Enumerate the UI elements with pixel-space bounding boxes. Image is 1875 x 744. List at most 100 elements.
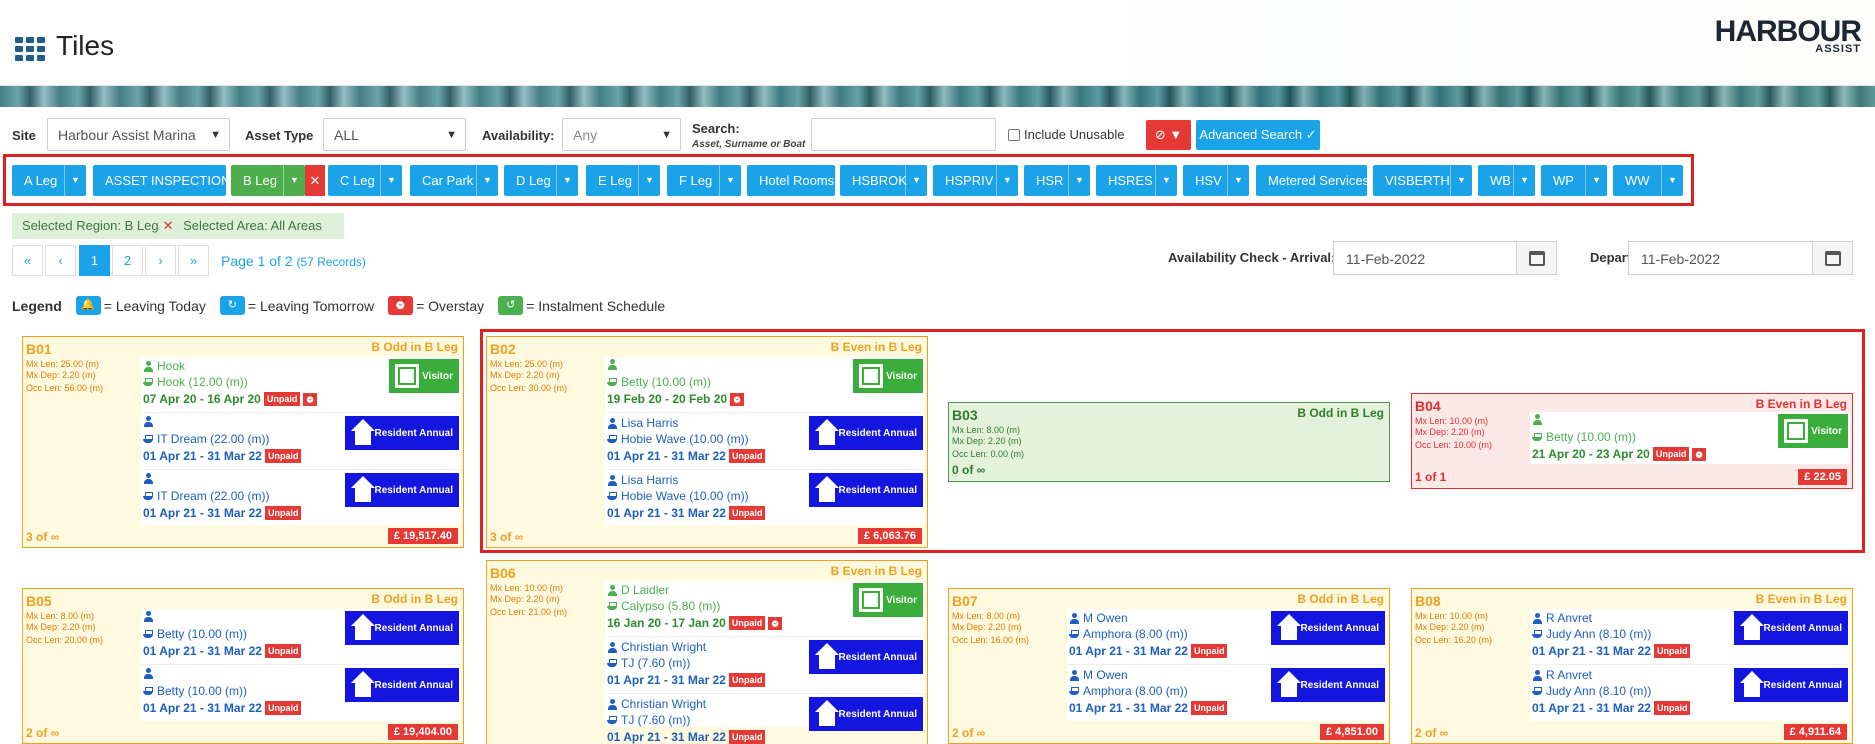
page-1-button[interactable]: 1: [79, 245, 110, 276]
boat-name[interactable]: IT Dream (22.00 (m)): [157, 489, 269, 503]
unpaid-badge[interactable]: Unpaid: [728, 730, 766, 744]
booking-row[interactable]: M Owen Amphora (8.00 (m)) 01 Apr 21 - 31 M…: [1067, 666, 1387, 722]
resident-annual-badge[interactable]: Resident Annual: [1271, 611, 1385, 645]
customer-name[interactable]: D Laidler: [621, 583, 669, 597]
unpaid-badge[interactable]: Unpaid: [264, 644, 302, 658]
availability-select[interactable]: Any ▼: [562, 118, 681, 151]
berth-name[interactable]: B08: [1415, 593, 1441, 609]
berth-tile-b08[interactable]: B08 B Even in B Leg Mx Len: 10.00 (m) Mx De…: [1411, 588, 1853, 744]
boat-name[interactable]: TJ (7.60 (m)): [621, 656, 690, 670]
berth-tile-b07[interactable]: B07 B Odd in B Leg Mx Len: 8.00 (m) Mx Dep:…: [948, 588, 1390, 744]
berth-name[interactable]: B05: [26, 593, 52, 609]
resident-annual-badge[interactable]: Resident Annual: [1734, 611, 1848, 645]
region-button-f-leg[interactable]: F Leg ▼: [667, 165, 741, 196]
asset-type-select[interactable]: ALL ▼: [323, 118, 466, 151]
customer-name[interactable]: M Owen: [1083, 668, 1128, 682]
region-button-hsbrok[interactable]: HSBROK ▼: [840, 165, 927, 196]
harbour-assist-logo[interactable]: HARBOUR ASSIST: [1715, 15, 1862, 55]
region-button-car-park[interactable]: Car Park ▼: [410, 165, 498, 196]
boat[interactable]: Amphora (8.00 (m)): [1069, 684, 1188, 698]
boat-name[interactable]: IT Dream (22.00 (m)): [157, 432, 269, 446]
caret-down-icon[interactable]: ▼: [64, 165, 86, 196]
boat-name[interactable]: Judy Ann (8.10 (m)): [1546, 684, 1651, 698]
caret-down-icon[interactable]: ▼: [1450, 165, 1472, 196]
region-button-hotel-rooms[interactable]: Hotel Rooms: [747, 165, 835, 196]
boat[interactable]: Betty (10.00 (m)): [143, 627, 247, 641]
resident-annual-badge[interactable]: Resident Annual: [809, 697, 923, 731]
region-button-hsres[interactable]: HSRES ▼: [1096, 165, 1177, 196]
boat-name[interactable]: Calypso (5.80 (m)): [621, 599, 720, 613]
booking-row[interactable]: Christian Wright TJ (7.60 (m)) 01 Apr 21 -…: [605, 638, 925, 694]
last-page-button[interactable]: »: [178, 245, 209, 276]
booking-row[interactable]: R Anvret Judy Ann (8.10 (m)) 01 Apr 21 - 3…: [1530, 666, 1850, 722]
region-button-visberth[interactable]: VISBERTH ▼: [1373, 165, 1472, 196]
customer-name[interactable]: Christian Wright: [621, 640, 706, 654]
prev-page-button[interactable]: ‹: [45, 245, 76, 276]
unpaid-badge[interactable]: Unpaid: [1653, 701, 1691, 715]
tile-total[interactable]: £ 4,851.00: [1320, 724, 1384, 740]
caret-down-icon[interactable]: ▼: [1661, 165, 1683, 196]
unpaid-badge[interactable]: Unpaid: [1190, 644, 1228, 658]
berth-name[interactable]: B01: [26, 341, 52, 357]
region-button-ww[interactable]: WW ▼: [1613, 165, 1683, 196]
boat-name[interactable]: Hook (12.00 (m)): [157, 375, 248, 389]
calendar-icon[interactable]: [1516, 242, 1556, 274]
resident-annual-badge[interactable]: Resident Annual: [345, 416, 459, 450]
caret-down-icon[interactable]: ▼: [638, 165, 660, 196]
site-select[interactable]: Harbour Assist Marina ▼: [47, 118, 230, 151]
caret-down-icon[interactable]: ▼: [1068, 165, 1090, 196]
caret-down-icon[interactable]: ▼: [1155, 165, 1177, 196]
boat[interactable]: Calypso (5.80 (m)): [607, 599, 720, 613]
unpaid-badge[interactable]: Unpaid: [1190, 701, 1228, 715]
boat[interactable]: Judy Ann (8.10 (m)): [1532, 627, 1651, 641]
unpaid-badge[interactable]: Unpaid: [1653, 644, 1691, 658]
customer[interactable]: [143, 668, 157, 679]
booking-row[interactable]: M Owen Amphora (8.00 (m)) 01 Apr 21 - 31 M…: [1067, 609, 1387, 665]
caret-down-icon[interactable]: ▼: [1585, 165, 1607, 196]
boat[interactable]: TJ (7.60 (m)): [607, 656, 690, 670]
caret-down-icon[interactable]: ▼: [380, 165, 402, 196]
caret-down-icon[interactable]: ▼: [1227, 165, 1249, 196]
boat[interactable]: IT Dream (22.00 (m)): [143, 489, 269, 503]
advanced-search-button[interactable]: Advanced Search ✓: [1196, 120, 1320, 150]
resident-annual-badge[interactable]: Resident Annual: [345, 668, 459, 702]
berth-tile-b06[interactable]: B06 B Even in B Leg Mx Len: 10.00 (m) Mx De…: [486, 560, 928, 744]
caret-down-icon[interactable]: ▼: [556, 165, 578, 196]
customer[interactable]: M Owen: [1069, 611, 1128, 625]
boat[interactable]: Amphora (8.00 (m)): [1069, 627, 1188, 641]
region-button-wb[interactable]: WB ▼: [1478, 165, 1535, 196]
tile-total[interactable]: £ 4,911.64: [1783, 724, 1847, 740]
booking-row[interactable]: IT Dream (22.00 (m)) 01 Apr 21 - 31 Mar 2…: [141, 471, 461, 527]
customer-name[interactable]: R Anvret: [1546, 611, 1592, 625]
caret-down-icon[interactable]: ▼: [996, 165, 1018, 196]
booking-row[interactable]: Betty (10.00 (m)) 01 Apr 21 - 31 Mar 22 Un…: [141, 666, 461, 722]
resident-annual-badge[interactable]: Resident Annual: [1271, 668, 1385, 702]
caret-down-icon[interactable]: ▼: [476, 165, 498, 196]
region-button-c-leg[interactable]: C Leg ▼: [328, 165, 402, 196]
booking-row[interactable]: D Laidler Calypso (5.80 (m)) 16 Jan 20 - 1…: [605, 581, 925, 637]
berth-name[interactable]: B07: [952, 593, 978, 609]
boat[interactable]: Judy Ann (8.10 (m)): [1532, 684, 1651, 698]
booking-row[interactable]: Christian Wright TJ (7.60 (m)) 01 Apr 21 -…: [605, 695, 925, 744]
boat[interactable]: TJ (7.60 (m)): [607, 713, 690, 727]
tile-total[interactable]: £ 19,517.40: [387, 528, 458, 544]
customer-name[interactable]: Hook: [157, 359, 185, 373]
customer[interactable]: [143, 611, 157, 622]
customer-name[interactable]: Christian Wright: [621, 697, 706, 711]
region-button-b-leg[interactable]: B Leg ▼ ✕: [231, 165, 325, 196]
unpaid-badge[interactable]: Unpaid: [264, 449, 302, 463]
berth-name[interactable]: B06: [490, 565, 516, 581]
booking-row[interactable]: R Anvret Judy Ann (8.10 (m)) 01 Apr 21 - 3…: [1530, 609, 1850, 665]
booking-row[interactable]: Betty (10.00 (m)) 01 Apr 21 - 31 Mar 22 Un…: [141, 609, 461, 665]
boat-name[interactable]: Judy Ann (8.10 (m)): [1546, 627, 1651, 641]
remove-region-icon[interactable]: ✕: [305, 165, 325, 196]
region-button-hsv[interactable]: HSV ▼: [1183, 165, 1249, 196]
unpaid-badge[interactable]: Unpaid: [264, 701, 302, 715]
region-button-a-leg[interactable]: A Leg ▼: [12, 165, 86, 196]
checkbox-icon[interactable]: [1008, 128, 1020, 141]
depart-date-input[interactable]: 11-Feb-2022: [1628, 241, 1853, 275]
visitor-badge[interactable]: Visitor: [389, 359, 459, 393]
boat[interactable]: IT Dream (22.00 (m)): [143, 432, 269, 446]
region-button-d-leg[interactable]: D Leg ▼: [504, 165, 578, 196]
unpaid-badge[interactable]: Unpaid: [263, 392, 301, 406]
